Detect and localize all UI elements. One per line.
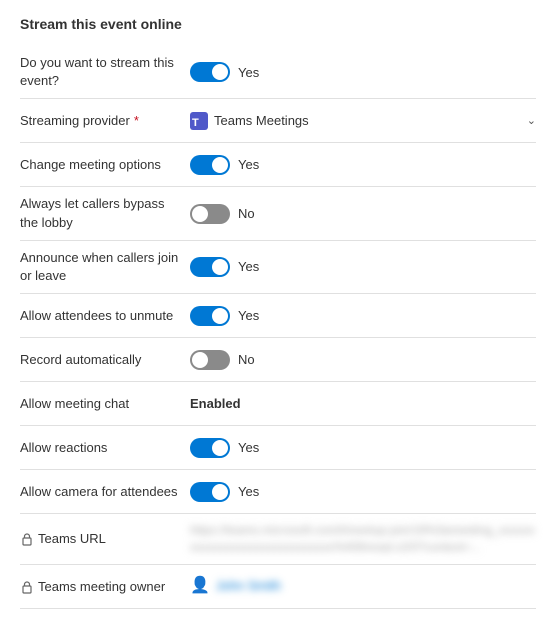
label-change-meeting-options: Change meeting options [20,156,190,174]
teams-icon: T [190,112,208,130]
label-streaming-provider: Streaming provider* [20,113,190,128]
value-record-automatically: No [190,350,536,370]
teams-url-text: https://teams.microsoft.com/l/meetup-joi… [190,523,535,554]
value-allow-camera: Yes [190,482,536,502]
toggle-bypass-lobby[interactable] [190,204,230,224]
label-bypass-lobby: Always let callers bypass the lobby [20,195,190,231]
toggle-announce-callers[interactable] [190,257,230,277]
toggle-record-automatically[interactable] [190,350,230,370]
row-bypass-lobby: Always let callers bypass the lobby No [20,187,536,240]
value-allow-chat: Enabled [190,396,536,411]
toggle-label-announce: Yes [238,259,259,274]
value-bypass-lobby: No [190,204,536,224]
row-allow-chat: Allow meeting chat Enabled [20,382,536,426]
label-teams-owner: Teams meeting owner [20,579,190,594]
toggle-label-bypass-lobby: No [238,206,255,221]
stream-event-panel: Stream this event online Do you want to … [0,0,556,625]
owner-name: John Smith [216,577,281,595]
value-teams-url: https://teams.microsoft.com/l/meetup-joi… [190,522,536,556]
lock-icon-owner [20,580,34,594]
value-stream-event: Yes [190,62,536,82]
row-allow-camera: Allow camera for attendees Yes [20,470,536,514]
label-allow-reactions: Allow reactions [20,439,190,457]
label-announce-callers: Announce when callers join or leave [20,249,190,285]
toggle-allow-unmute[interactable] [190,306,230,326]
toggle-label-camera: Yes [238,484,259,499]
row-allow-unmute: Allow attendees to unmute Yes [20,294,536,338]
row-stream-event: Do you want to stream this event? Yes [20,46,536,99]
toggle-allow-reactions[interactable] [190,438,230,458]
value-streaming-provider[interactable]: T Teams Meetings ⌄ [190,112,536,130]
row-streaming-provider: Streaming provider* T Teams Meetings ⌄ [20,99,536,143]
label-teams-url: Teams URL [20,531,190,546]
label-allow-unmute: Allow attendees to unmute [20,307,190,325]
label-stream-event: Do you want to stream this event? [20,54,190,90]
chat-status: Enabled [190,396,241,411]
value-allow-reactions: Yes [190,438,536,458]
value-announce-callers: Yes [190,257,536,277]
toggle-change-meeting-options[interactable] [190,155,230,175]
toggle-label-reactions: Yes [238,440,259,455]
value-teams-owner: 👤 John Smith [190,575,536,597]
lock-icon [20,532,34,546]
toggle-label-stream-event: Yes [238,65,259,80]
row-teams-url: Teams URL https://teams.microsoft.com/l/… [20,514,536,565]
toggle-stream-event[interactable] [190,62,230,82]
value-change-meeting-options: Yes [190,155,536,175]
value-allow-unmute: Yes [190,306,536,326]
row-announce-callers: Announce when callers join or leave Yes [20,241,536,294]
label-allow-camera: Allow camera for attendees [20,483,190,501]
person-icon: 👤 [190,575,210,597]
toggle-label-change-meeting: Yes [238,157,259,172]
toggle-label-allow-unmute: Yes [238,308,259,323]
row-teams-owner: Teams meeting owner 👤 John Smith [20,565,536,609]
label-allow-chat: Allow meeting chat [20,395,190,413]
row-record-automatically: Record automatically No [20,338,536,382]
section-title: Stream this event online [20,16,536,32]
svg-text:T: T [192,117,199,129]
label-record-automatically: Record automatically [20,351,190,369]
chevron-down-icon[interactable]: ⌄ [527,114,536,127]
toggle-allow-camera[interactable] [190,482,230,502]
required-star: * [134,113,139,128]
row-change-meeting-options: Change meeting options Yes [20,143,536,187]
toggle-label-record: No [238,352,255,367]
provider-name: Teams Meetings [214,113,309,128]
row-allow-reactions: Allow reactions Yes [20,426,536,470]
